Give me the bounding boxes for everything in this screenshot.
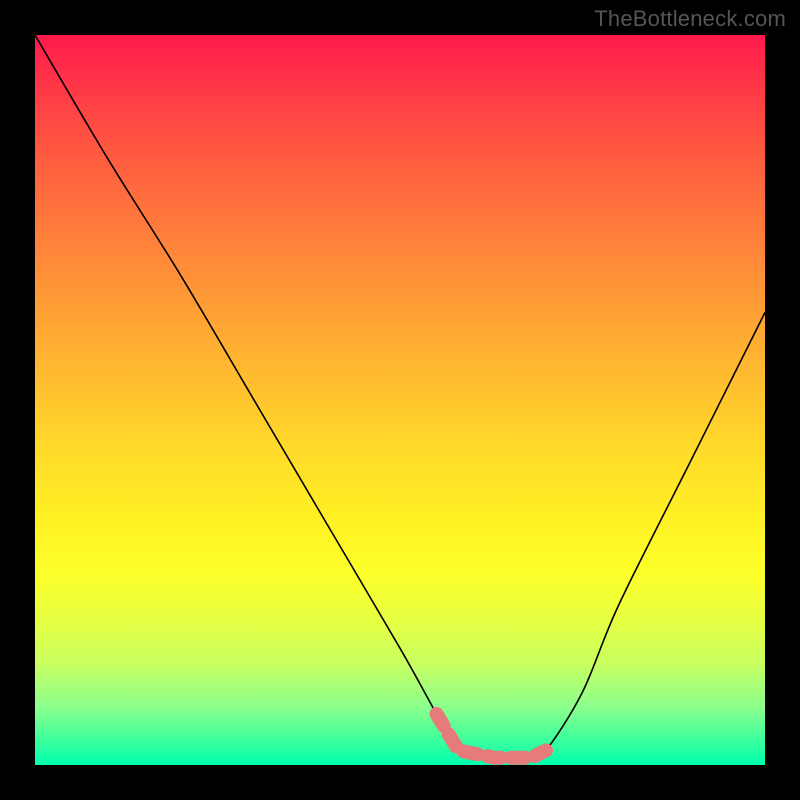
optimal-band-marker [437, 714, 547, 758]
attribution-label: TheBottleneck.com [594, 6, 786, 32]
bottleneck-curve-path [35, 35, 765, 759]
bottleneck-curve-svg [35, 35, 765, 765]
